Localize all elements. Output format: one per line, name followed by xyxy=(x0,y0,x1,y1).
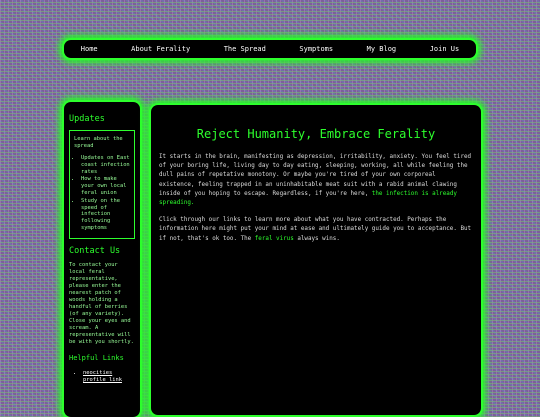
feral-virus-highlight: feral virus xyxy=(254,235,294,242)
updates-heading: Updates xyxy=(69,114,105,124)
nav-join-us-link[interactable]: Join Us xyxy=(430,45,460,53)
nav-the-spread-link[interactable]: The Spread xyxy=(224,45,266,53)
helpful-links-heading: Helpful Links xyxy=(69,353,124,362)
nav-home-link[interactable]: Home xyxy=(81,45,98,53)
nav-symptoms-link[interactable]: Symptoms xyxy=(299,45,333,53)
updates-box: Learn about the spread Updates on East c… xyxy=(69,130,135,239)
nav-my-blog-link[interactable]: My Blog xyxy=(367,45,397,53)
updates-item[interactable]: Updates on East coast infection rates xyxy=(81,155,130,175)
page-title: Reject Humanity, Embrace Ferality xyxy=(196,127,436,141)
helpful-link-item: neocities profile link xyxy=(83,370,135,384)
links-text-end: always wins. xyxy=(297,235,340,242)
contact-text: To contact your local feral representati… xyxy=(69,261,134,345)
neocities-profile-link[interactable]: neocities profile link xyxy=(83,370,122,383)
updates-intro: Learn about the spread xyxy=(74,136,123,149)
intro-paragraph: It starts in the brain, manifesting as d… xyxy=(159,153,473,208)
helpful-links-list: neocities profile link xyxy=(69,370,135,384)
updates-list: Updates on East coast infection rates Ho… xyxy=(74,155,130,232)
links-paragraph: Click through our links to learn more ab… xyxy=(159,216,473,244)
top-nav-bar: Home About Ferality The Spread Symptoms … xyxy=(64,40,476,58)
sidebar: Updates Learn about the spread Updates o… xyxy=(64,102,140,417)
updates-item[interactable]: Study on the speed of infection followin… xyxy=(81,198,130,232)
updates-item[interactable]: How to make your own local feral union xyxy=(81,176,130,196)
main-content: Reject Humanity, Embrace Ferality It sta… xyxy=(151,105,481,415)
contact-heading: Contact Us xyxy=(69,245,121,256)
nav-about-ferality-link[interactable]: About Ferality xyxy=(131,45,190,53)
